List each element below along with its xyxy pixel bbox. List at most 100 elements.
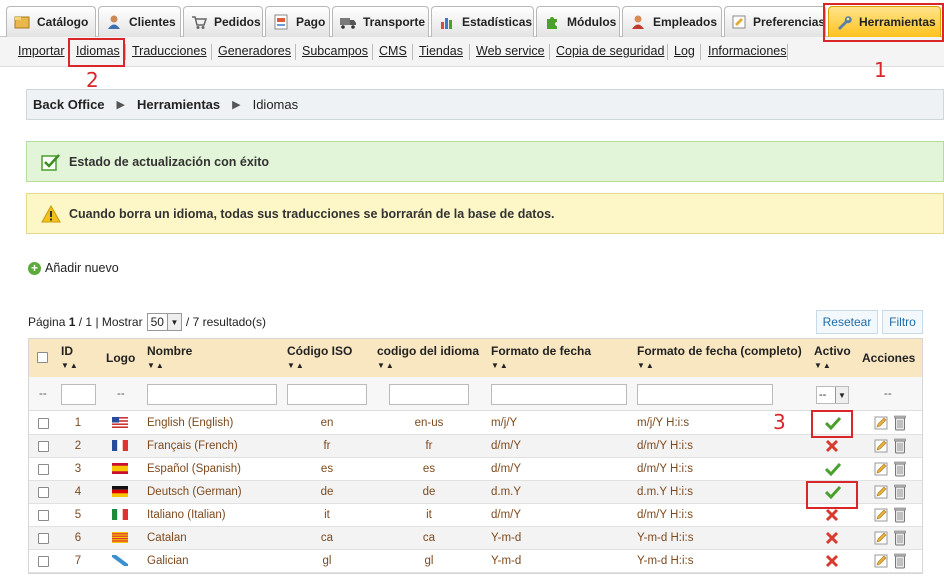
row-checkbox[interactable] [38,533,49,544]
filter-iso-input[interactable] [287,384,367,405]
select-all-checkbox[interactable] [37,352,48,363]
col-acciones: Acciones [862,351,916,365]
cell-iso: fr [323,440,331,452]
table-row[interactable]: 1 English (English) en en-us m/j/Y m/j/Y H:i:… [29,412,923,435]
inactive-cross-icon[interactable] [825,531,839,545]
subnav-copia-seguridad[interactable]: Copia de seguridad [556,44,664,58]
filter-fecha-input[interactable] [491,384,627,405]
delete-trash-icon[interactable] [894,415,908,431]
subnav-importar[interactable]: Importar [18,44,65,58]
subnav-subcampos[interactable]: Subcampos [302,44,368,58]
tab-herramientas[interactable]: Herramientas [828,6,941,37]
sort-arrows-icon[interactable]: ▼▲ [147,361,165,370]
preferences-icon [731,14,747,30]
subnav-separator [549,44,550,60]
subnav-informaciones[interactable]: Informaciones [708,44,787,58]
sort-arrows-icon[interactable]: ▼▲ [814,361,832,370]
filter-nombre-input[interactable] [147,384,277,405]
cell-id: 2 [74,440,82,452]
cell-codigo: es [422,463,436,475]
sort-arrows-icon[interactable]: ▼▲ [377,361,395,370]
sort-arrows-icon[interactable]: ▼▲ [287,361,305,370]
tab-pago[interactable]: Pago [265,6,330,37]
sort-arrows-icon[interactable]: ▼▲ [61,361,79,370]
cell-fecha-completo: Y-m-d H:i:s [637,532,694,544]
table-row[interactable]: 6 Catalan ca ca Y-m-d Y-m-d H:i:s [29,527,923,550]
row-checkbox[interactable] [38,510,49,521]
cell-fecha: d.m.Y [491,486,522,498]
filter-fecha-completo-input[interactable] [637,384,773,405]
row-checkbox[interactable] [38,418,49,429]
cell-nombre: Français (French) [147,440,238,452]
add-new-link[interactable]: + Añadir nuevo [28,261,119,275]
subnav-separator [700,44,701,60]
table-row[interactable]: 4 Deutsch (German) de de d.m.Y d.m.Y H:i:s [29,481,923,504]
table-row[interactable]: 5 Italiano (Italian) it it d/m/Y d/m/Y H:i:s [29,504,923,527]
breadcrumb-root[interactable]: Back Office [33,97,105,112]
edit-pencil-icon[interactable] [874,462,888,476]
subnav-traducciones[interactable]: Traducciones [132,44,207,58]
delete-trash-icon[interactable] [894,507,908,523]
subnav-separator [667,44,668,60]
add-icon: + [28,261,41,275]
active-check-icon[interactable] [824,462,842,477]
table-row[interactable]: 2 Français (French) fr fr d/m/Y d/m/Y H:i:s [29,435,923,458]
subnav-tiendas[interactable]: Tiendas [419,44,463,58]
row-checkbox[interactable] [38,556,49,567]
subnav-idiomas[interactable]: Idiomas [76,44,120,58]
tab-label: Módulos [567,15,617,29]
subnav-generadores[interactable]: Generadores [218,44,291,58]
edit-pencil-icon[interactable] [874,485,888,499]
row-checkbox[interactable] [38,441,49,452]
row-checkbox[interactable] [38,487,49,498]
inactive-cross-icon[interactable] [825,508,839,522]
inactive-cross-icon[interactable] [825,554,839,568]
tab-preferencias[interactable]: Preferencias [724,6,826,37]
delete-trash-icon[interactable] [894,484,908,500]
edit-pencil-icon[interactable] [874,554,888,568]
tab-pedidos[interactable]: Pedidos [183,6,263,37]
filter-activo-select[interactable]: -- ▼ [816,386,849,404]
edit-pencil-icon[interactable] [874,531,888,545]
subnav-cms[interactable]: CMS [379,44,407,58]
active-check-icon[interactable] [824,416,842,431]
tab-clientes[interactable]: Clientes [98,6,181,37]
filter-codigo-input[interactable] [389,384,469,405]
tab-modulos[interactable]: Módulos [536,6,620,37]
subnav-separator [211,44,212,60]
inactive-cross-icon[interactable] [825,439,839,453]
cell-fecha: d/m/Y [491,440,522,452]
reset-button[interactable]: Resetear [816,310,878,334]
edit-pencil-icon[interactable] [874,416,888,430]
sub-navigation: Importar Idiomas Traducciones Generadore… [0,37,944,67]
tab-catalogo[interactable]: Catálogo [6,6,96,37]
table-row[interactable]: 7 Galician gl gl Y-m-d Y-m-d H:i:s [29,550,923,573]
delete-trash-icon[interactable] [894,461,908,477]
filter-button[interactable]: Filtro [882,310,923,334]
delete-trash-icon[interactable] [894,553,908,569]
table-row[interactable]: 3 Español (Spanish) es es d/m/Y d/m/Y H:i:s [29,458,923,481]
delete-trash-icon[interactable] [894,530,908,546]
active-check-icon[interactable] [824,485,842,500]
edit-pencil-icon[interactable] [874,508,888,522]
edit-pencil-icon[interactable] [874,439,888,453]
sort-arrows-icon[interactable]: ▼▲ [637,361,655,370]
tab-estadisticas[interactable]: Estadísticas [431,6,534,37]
cell-fecha-completo: m/j/Y H:i:s [637,417,690,429]
cell-codigo: it [426,509,432,521]
subnav-log[interactable]: Log [674,44,695,58]
total-pages: / 1 [78,315,93,329]
per-page-select[interactable]: 50 ▼ [146,313,182,331]
breadcrumb-section[interactable]: Herramientas [137,97,220,112]
filter-id-input[interactable] [61,384,96,405]
cell-id: 4 [74,486,82,498]
tab-transporte[interactable]: Transporte [332,6,429,37]
delete-trash-icon[interactable] [894,438,908,454]
flag-it-icon [112,509,128,520]
row-checkbox[interactable] [38,464,49,475]
sort-arrows-icon[interactable]: ▼▲ [491,361,509,370]
tab-empleados[interactable]: Empleados [622,6,722,37]
current-page: 1 [68,315,76,329]
subnav-separator [469,44,470,60]
subnav-web-service[interactable]: Web service [476,44,545,58]
